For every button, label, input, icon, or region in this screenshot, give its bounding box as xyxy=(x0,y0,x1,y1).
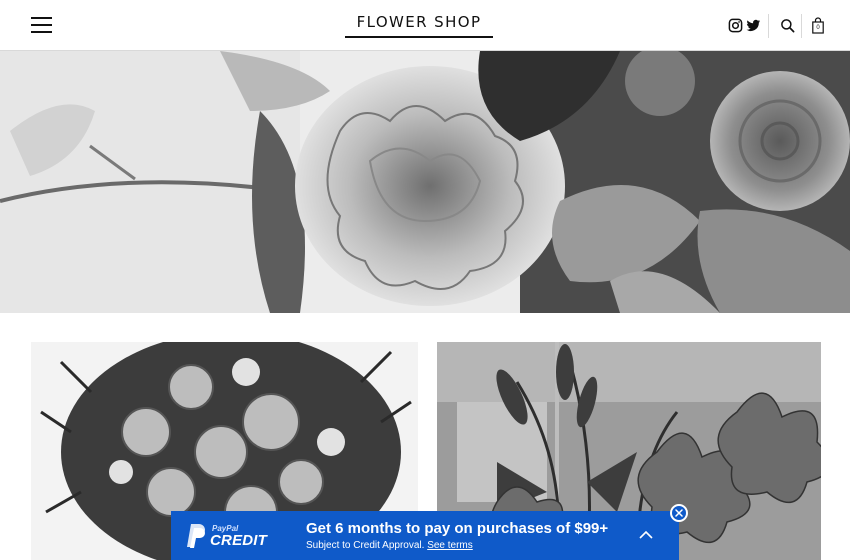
hamburger-icon[interactable] xyxy=(31,17,52,33)
header-divider xyxy=(768,14,769,38)
paypal-subtext: Subject to Credit Approval. See terms xyxy=(306,540,473,551)
site-header: FLOWER SHOP 0 xyxy=(0,0,850,51)
search-icon[interactable] xyxy=(780,18,795,33)
paypal-brand-credit: CREDIT xyxy=(210,532,268,549)
paypal-headline: Get 6 months to pay on purchases of $99+ xyxy=(306,520,609,537)
cart-count: 0 xyxy=(816,25,820,31)
hero-image xyxy=(0,51,850,313)
site-logo[interactable]: FLOWER SHOP xyxy=(345,13,493,38)
paypal-credit-logo: PayPal CREDIT xyxy=(185,523,268,551)
close-icon xyxy=(675,509,683,517)
chevron-up-icon[interactable] xyxy=(639,530,653,540)
paypal-logo-icon xyxy=(187,524,205,548)
shopping-bag-icon[interactable]: 0 xyxy=(812,17,824,34)
instagram-icon[interactable] xyxy=(728,18,743,33)
paypal-credit-banner[interactable]: PayPal CREDIT Get 6 months to pay on pur… xyxy=(171,511,679,560)
see-terms-link[interactable]: See terms xyxy=(427,540,473,551)
close-banner-button[interactable] xyxy=(670,504,688,522)
paypal-approval-text: Subject to Credit Approval. xyxy=(306,540,425,551)
header-divider xyxy=(801,14,802,38)
twitter-icon[interactable] xyxy=(746,18,761,33)
